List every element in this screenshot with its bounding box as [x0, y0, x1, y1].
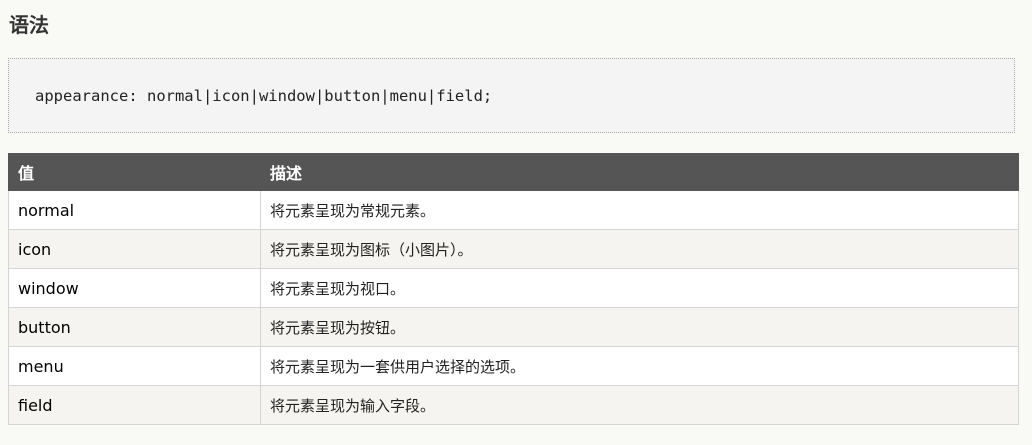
table-row: button 将元素呈现为按钮。 [8, 307, 1019, 347]
table-header-row: 值 描述 [8, 153, 1019, 191]
description-cell: 将元素呈现为按钮。 [260, 307, 1019, 347]
table-row: window 将元素呈现为视口。 [8, 268, 1019, 308]
table-row: field 将元素呈现为输入字段。 [8, 385, 1019, 425]
description-cell: 将元素呈现为输入字段。 [260, 385, 1019, 425]
values-table: 值 描述 normal 将元素呈现为常规元素。 icon 将元素呈现为图标（小图… [8, 153, 1019, 425]
code-block: appearance: normal|icon|window|button|me… [8, 58, 1015, 133]
header-value: 值 [8, 153, 261, 191]
table-row: icon 将元素呈现为图标（小图片）。 [8, 229, 1019, 269]
description-cell: 将元素呈现为一套供用户选择的选项。 [260, 346, 1019, 386]
value-cell: normal [8, 190, 261, 230]
header-description: 描述 [260, 153, 1019, 191]
value-cell: button [8, 307, 261, 347]
description-cell: 将元素呈现为图标（小图片）。 [260, 229, 1019, 269]
table-row: normal 将元素呈现为常规元素。 [8, 190, 1019, 230]
value-cell: field [8, 385, 261, 425]
value-cell: menu [8, 346, 261, 386]
section-heading: 语法 [9, 13, 49, 37]
value-cell: window [8, 268, 261, 308]
value-cell: icon [8, 229, 261, 269]
table-row: menu 将元素呈现为一套供用户选择的选项。 [8, 346, 1019, 386]
description-cell: 将元素呈现为常规元素。 [260, 190, 1019, 230]
syntax-code: appearance: normal|icon|window|button|me… [35, 87, 493, 105]
description-cell: 将元素呈现为视口。 [260, 268, 1019, 308]
